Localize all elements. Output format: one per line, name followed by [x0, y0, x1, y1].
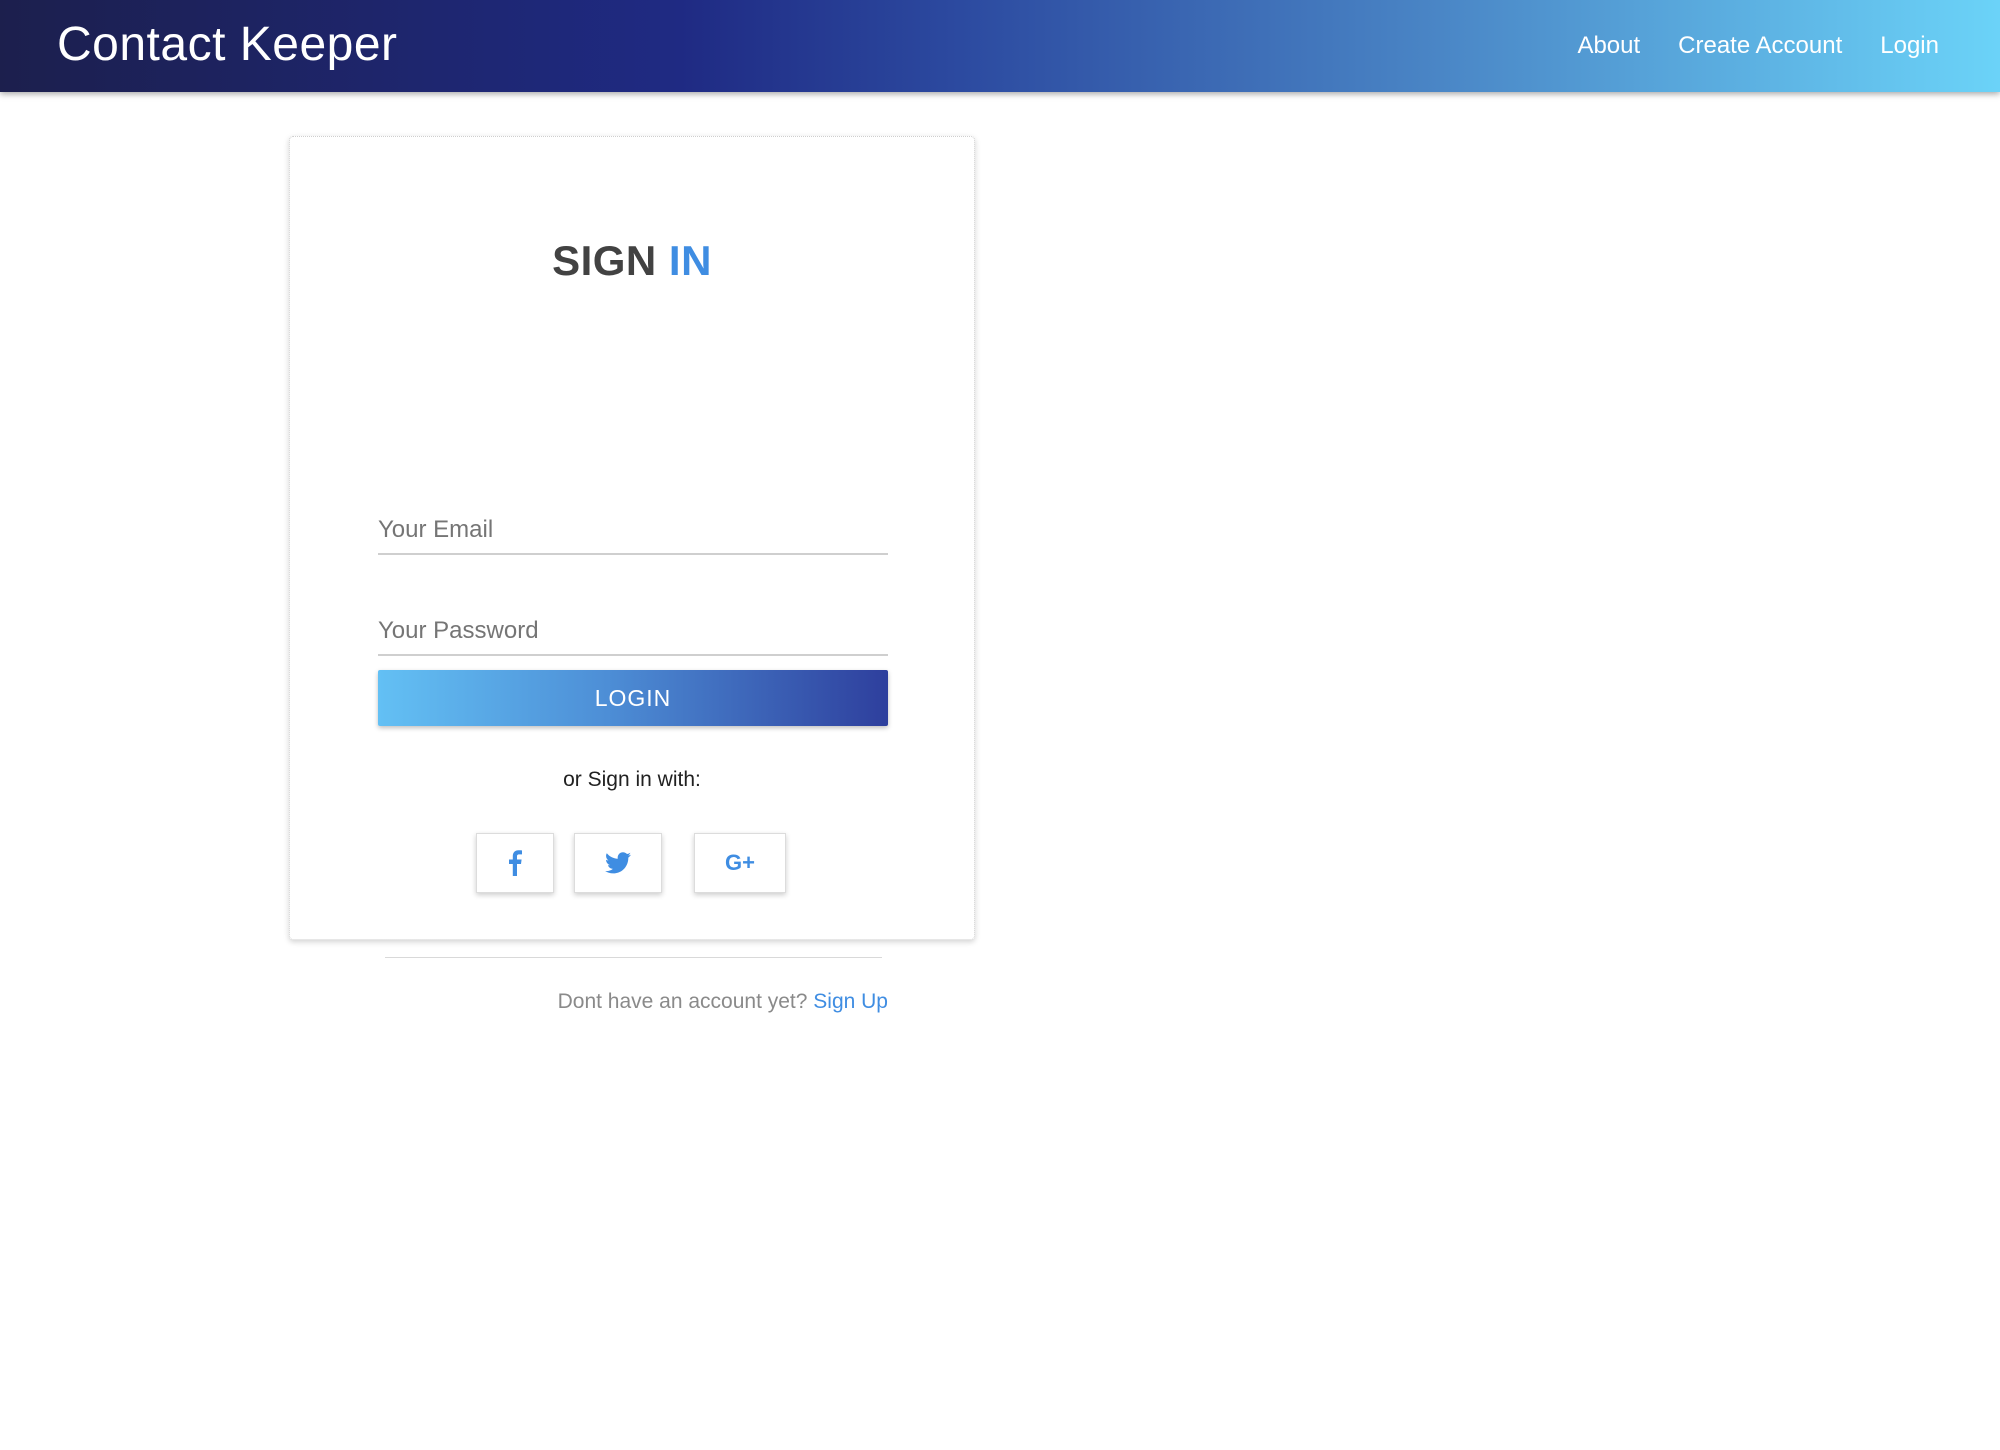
nav-link-about[interactable]: About [1577, 26, 1640, 66]
signup-prompt-text: Dont have an account yet? [557, 990, 808, 1013]
signin-title: SIGN IN [290, 233, 974, 289]
nav-link-login[interactable]: Login [1880, 26, 1939, 66]
signin-title-part1: SIGN [552, 237, 657, 284]
facebook-signin-button[interactable] [476, 833, 554, 893]
divider [385, 957, 882, 958]
signin-card: SIGN IN LOGIN or Sign in with: G+ Dont h… [289, 136, 975, 1013]
google-plus-signin-button[interactable]: G+ [694, 833, 786, 893]
alt-signin-label: or Sign in with: [563, 768, 701, 791]
top-navbar: Contact Keeper About Create Account Logi… [0, 0, 2000, 92]
signup-link[interactable]: Sign Up [813, 990, 888, 1013]
twitter-signin-button[interactable] [574, 833, 662, 893]
twitter-icon [605, 852, 631, 874]
brand-title[interactable]: Contact Keeper [57, 14, 398, 76]
nav-link-create-account[interactable]: Create Account [1678, 26, 1842, 66]
google-plus-icon: G+ [725, 850, 755, 875]
facebook-icon [508, 850, 522, 876]
signin-title-part2: IN [668, 237, 712, 284]
email-input[interactable] [378, 507, 888, 555]
nav-links: About Create Account Login [1577, 26, 1939, 66]
signup-prompt: Dont have an account yet? Sign Up [290, 985, 888, 1019]
password-input[interactable] [378, 608, 888, 656]
login-button[interactable]: LOGIN [378, 670, 888, 726]
